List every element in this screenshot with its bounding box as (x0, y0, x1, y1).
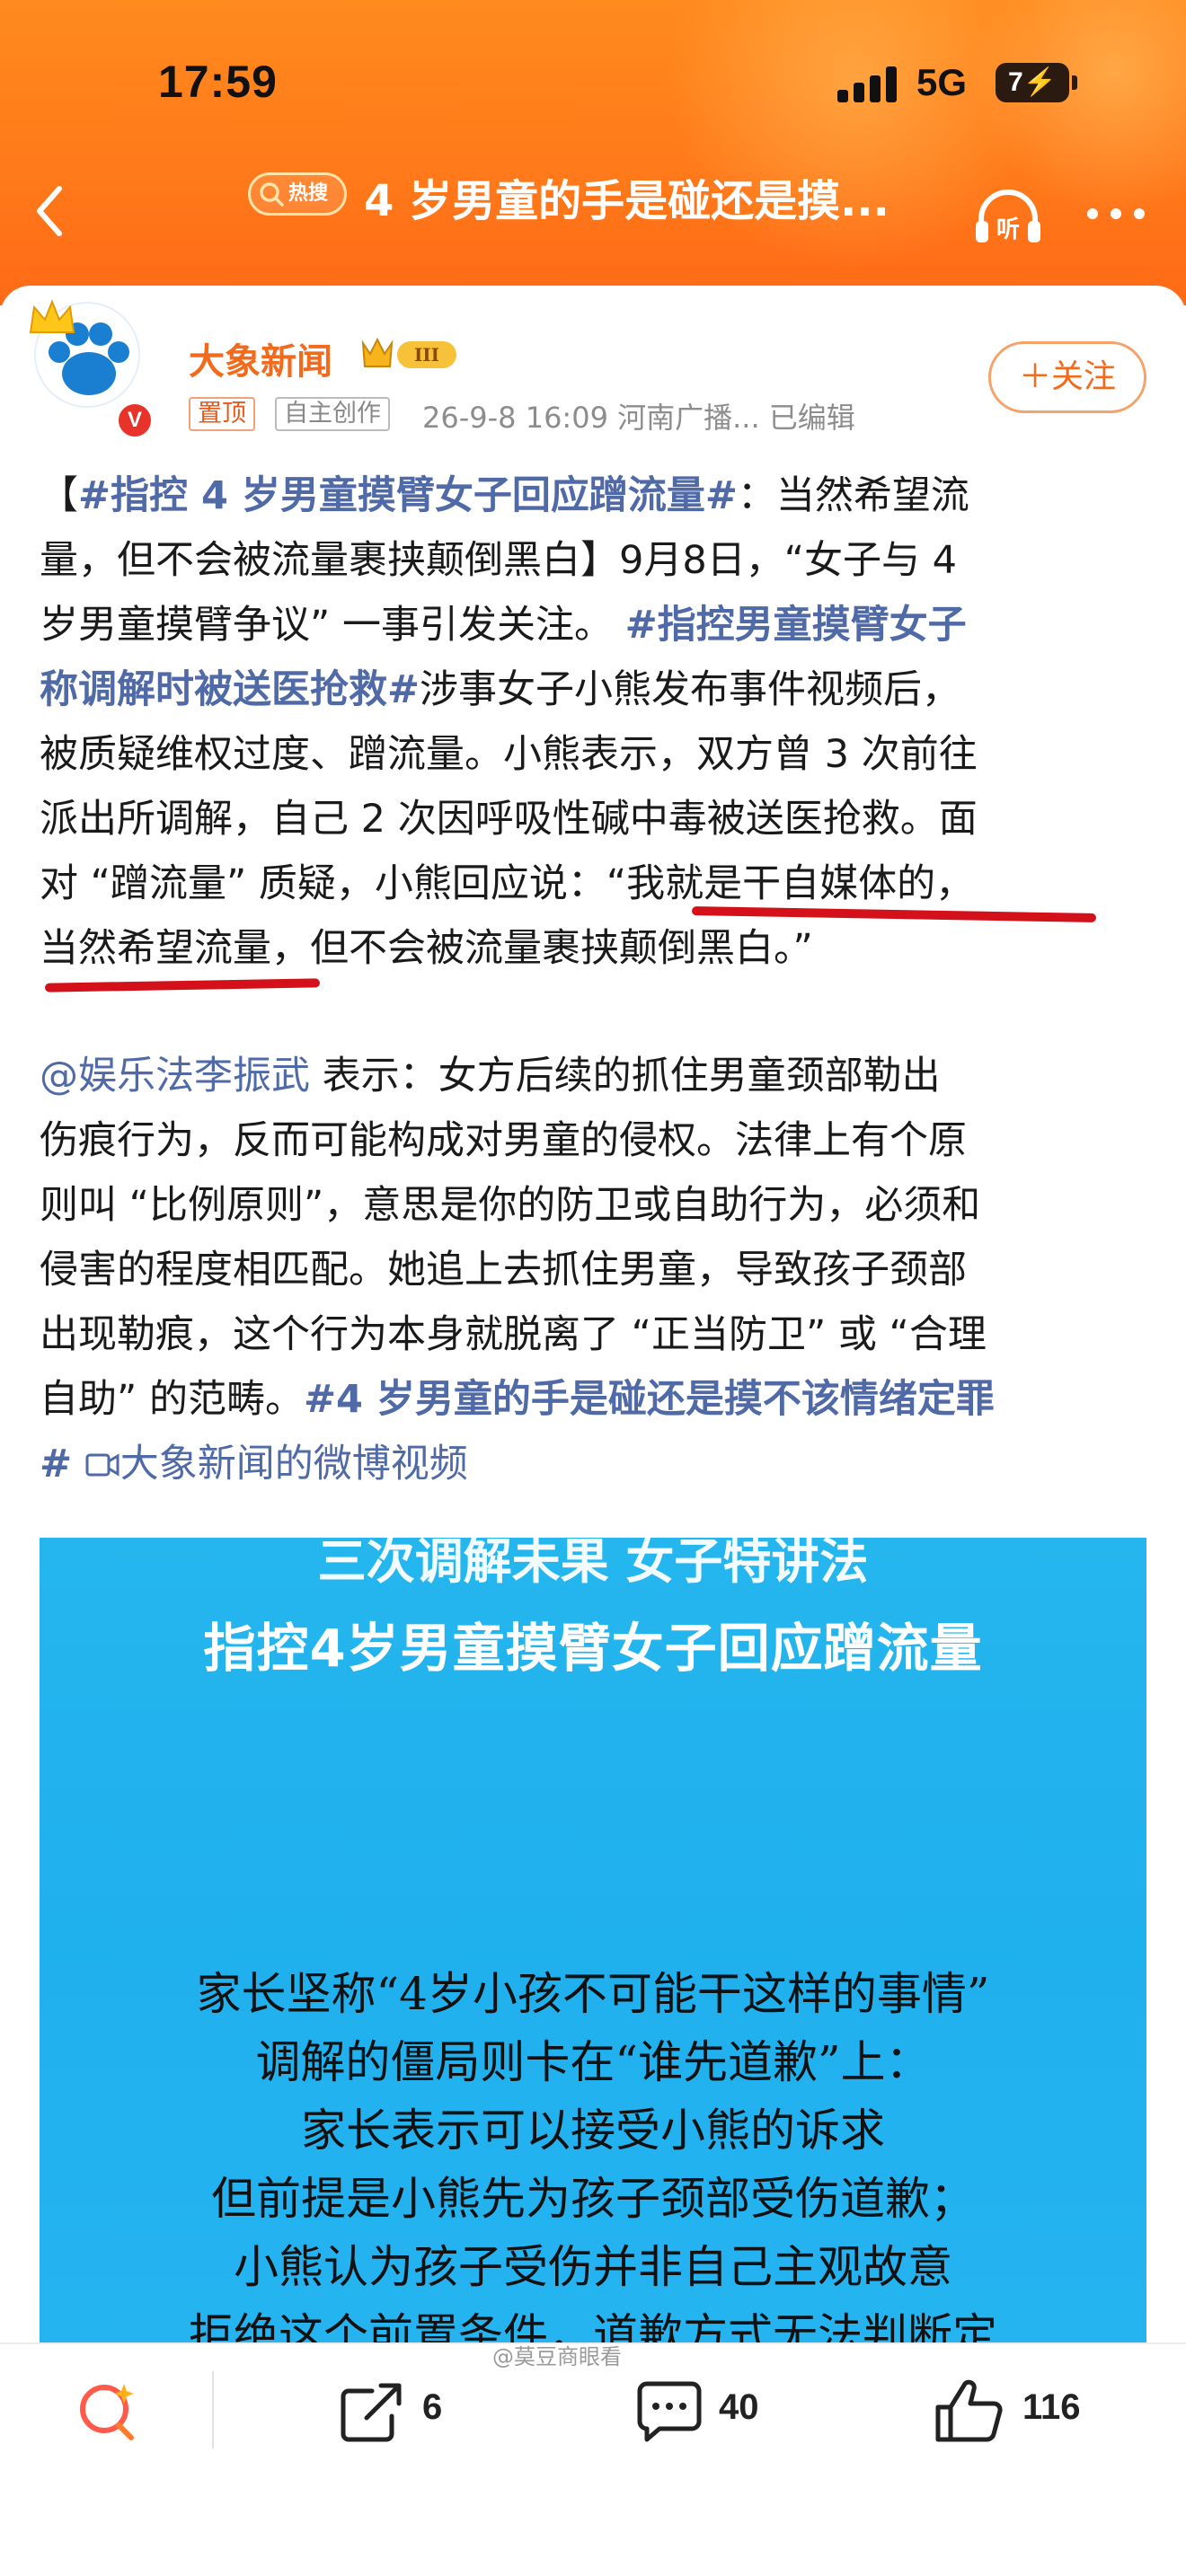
signal-icon (837, 66, 902, 102)
hashtag-link[interactable]: #指控男童摸臂女子 (625, 603, 967, 648)
follow-button[interactable]: ＋关注 (988, 341, 1146, 413)
ai-search-icon (80, 2384, 134, 2440)
video-caption: 拒绝这个前置条件，道歉方式无法判断定 (189, 2309, 997, 2342)
text: 表示：女方后续的抓住男童颈部勒出 (310, 1054, 941, 1098)
top-header (0, 0, 1186, 305)
comment-count: 40 (719, 2387, 759, 2427)
text-line: 当然希望流量，但不会被流量裹挟颠倒黑白。” (40, 926, 813, 971)
text-line: 则叫 “比例原则”，意思是你的防卫或自助行为，必须和 (40, 1183, 981, 1228)
crown-icon (29, 299, 75, 333)
video-caption: 家长坚称“4岁小孩不可能干这样的事情” (196, 1968, 990, 2020)
video-link-icon (85, 1453, 119, 1477)
hot-search-label: 热搜 (288, 182, 329, 205)
original-tag: 自主创作 (275, 397, 390, 431)
network-type: 5G (916, 61, 968, 103)
author-name[interactable]: 大象新闻 (189, 332, 332, 384)
back-icon (37, 186, 62, 236)
text-line: 出现勒痕，这个行为本身就脱离了 “正当防卫” 或 “合理 (40, 1312, 987, 1357)
headphones-icon: 听 (976, 190, 1040, 243)
video-link[interactable]: 大象新闻的微博视频 (120, 1442, 468, 1486)
status-time: 17:59 (158, 57, 278, 107)
video-top-text: 三次调解未果 女子特讲法 (317, 1538, 869, 1590)
search-button[interactable] (72, 2375, 144, 2447)
hashtag-link[interactable]: 称调解时被送医抢救# (40, 667, 420, 712)
post-paragraph-2: @娱乐法李振武 表示：女方后续的抓住男童颈部勒出 伤痕行为，反而可能构成对男童的… (40, 1044, 1150, 1496)
back-button[interactable] (25, 180, 79, 243)
text-line: 被质疑维权过度、蹭流量。小熊表示，双方曾 3 次前往 (40, 732, 978, 777)
text-line: 量，但不会被流量裹挟颠倒黑白】9月8日，“女子与 4 (40, 538, 958, 583)
share-button[interactable] (332, 2375, 413, 2447)
hot-search-badge[interactable]: 热搜 (248, 172, 347, 216)
text-line: 侵害的程度相匹配。她追上去抓住男童，导致孩子颈部 (40, 1248, 967, 1292)
search-icon (260, 182, 284, 207)
text-line: 对 “蹭流量” 质疑，小熊回应说：“我就是干自媒体的， (40, 861, 975, 906)
video-caption: 小熊认为孩子受伤并非自己主观故意 (234, 2241, 952, 2293)
post-paragraph-1: 【#指控 4 岁男童摸臂女子回应蹭流量#：当然希望流 量，但不会被流量裹挟颠倒黑… (40, 463, 1150, 981)
listen-button[interactable]: 听 (970, 185, 1046, 248)
more-icon (1087, 208, 1145, 219)
mention-link[interactable]: @娱乐法李振武 (40, 1054, 310, 1098)
text-line: 伤痕行为，反而可能构成对男童的侵权。法律上有个原 (40, 1118, 967, 1163)
hashtag-link[interactable]: #4 岁男童的手是碰还是摸不该情绪定罪 (304, 1377, 995, 1422)
battery-level: 7 (1007, 67, 1023, 97)
bracket-text: 【 (40, 473, 78, 518)
comment-button[interactable] (629, 2375, 710, 2447)
share-icon (341, 2383, 402, 2442)
like-count: 116 (1022, 2387, 1081, 2427)
video-caption: 调解的僵局则卡在“谁先道歉”上： (255, 2036, 931, 2088)
text: ：当然希望流 (737, 473, 969, 518)
thumbs-up-icon (935, 2379, 1003, 2442)
text: 自助” 的范畴。 (40, 1377, 304, 1422)
share-count: 6 (422, 2387, 443, 2427)
level-text: III (414, 344, 439, 366)
comment-icon (637, 2381, 702, 2442)
hashtag-link[interactable]: # (40, 1442, 72, 1486)
video-caption: 家长表示可以接受小熊的诉求 (301, 2104, 885, 2157)
post-meta: 26-9-8 16:09 河南广播... 已编辑 (422, 401, 855, 435)
page-title: 4 岁男童的手是碰还是摸... (364, 176, 890, 226)
text-line: 派出所调解，自己 2 次因呼吸性碱中毒被送医抢救。面 (40, 797, 978, 842)
like-button[interactable] (929, 2375, 1010, 2447)
video-title: 指控4岁男童摸臂女子回应蹭流量 (203, 1618, 983, 1679)
battery-icon: 7⚡ (996, 63, 1077, 102)
more-button[interactable] (1082, 198, 1150, 230)
hashtag-link[interactable]: #指控 4 岁男童摸臂女子回应蹭流量# (78, 473, 738, 518)
verified-badge-icon: V (115, 401, 155, 440)
text: 岁男童摸臂争议” 一事引发关注。 (40, 603, 625, 648)
svg-text:听: 听 (996, 216, 1020, 243)
divider (212, 2371, 214, 2448)
level-badge: III (358, 334, 464, 374)
pinned-tag: 置顶 (189, 397, 255, 431)
video-caption: 但前提是小熊先为孩子颈部受伤道歉； (211, 2173, 975, 2225)
charging-icon: ⚡ (1022, 67, 1058, 97)
text: 涉事女子小熊发布事件视频后， (420, 667, 961, 712)
video-player[interactable]: 三次调解未果 女子特讲法 指控4岁男童摸臂女子回应蹭流量 家长坚称“4岁小孩不可… (40, 1538, 1146, 2342)
